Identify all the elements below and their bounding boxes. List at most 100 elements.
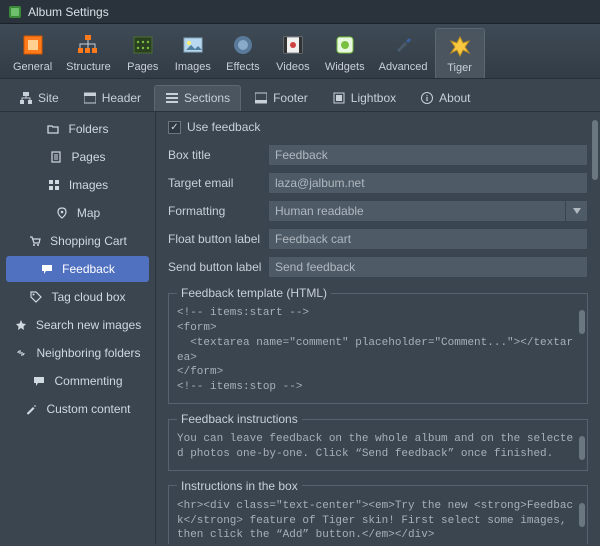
toolbar-advanced-button[interactable]: Advanced bbox=[372, 28, 435, 78]
toolbar-structure-button[interactable]: Structure bbox=[59, 28, 118, 78]
svg-text:i: i bbox=[426, 94, 429, 103]
tab-about[interactable]: iAbout bbox=[409, 85, 481, 111]
feedback-panel: ✓ Use feedback Box title Target email Fo… bbox=[156, 112, 600, 544]
advanced-icon bbox=[392, 33, 414, 57]
link-icon bbox=[14, 346, 28, 360]
sidebar-item-label: Feedback bbox=[62, 262, 115, 276]
tab-label: Site bbox=[38, 91, 59, 105]
toolbar-images-button[interactable]: Images bbox=[168, 28, 218, 78]
folder-icon bbox=[46, 122, 60, 136]
send-button-label: Send button label bbox=[168, 260, 268, 274]
comment-icon bbox=[32, 374, 46, 388]
sidebar-item-label: Pages bbox=[71, 150, 105, 164]
float-button-label: Float button label bbox=[168, 232, 268, 246]
sidebar-item-custom-content[interactable]: Custom content bbox=[6, 396, 149, 422]
sidebar-item-pages[interactable]: Pages bbox=[6, 144, 149, 170]
tab-footer[interactable]: Footer bbox=[243, 85, 319, 111]
toolbar-tiger-button[interactable]: Tiger bbox=[435, 28, 485, 78]
sections-icon bbox=[165, 91, 179, 105]
sidebar-item-label: Commenting bbox=[54, 374, 122, 388]
float-button-input[interactable] bbox=[268, 228, 588, 250]
sidebar-item-folders[interactable]: Folders bbox=[6, 116, 149, 142]
toolbar-general-button[interactable]: General bbox=[6, 28, 59, 78]
toolbar-effects-button[interactable]: Effects bbox=[218, 28, 268, 78]
page-icon bbox=[49, 150, 63, 164]
sidebar-item-images[interactable]: Images bbox=[6, 172, 149, 198]
toolbar-widgets-button[interactable]: Widgets bbox=[318, 28, 372, 78]
sidebar-item-search-new-images[interactable]: Search new images bbox=[6, 312, 149, 338]
feedback-template-fieldset: Feedback template (HTML) <!-- items:star… bbox=[168, 286, 588, 404]
tab-label: Footer bbox=[273, 91, 308, 105]
tab-lightbox[interactable]: Lightbox bbox=[321, 85, 407, 111]
box-instructions-legend: Instructions in the box bbox=[177, 479, 302, 493]
lightbox-icon bbox=[332, 91, 346, 105]
target-email-input[interactable] bbox=[268, 172, 588, 194]
tab-header[interactable]: Header bbox=[72, 85, 152, 111]
sidebar-item-feedback[interactable]: Feedback bbox=[6, 256, 149, 282]
toolbar-label: Structure bbox=[66, 61, 111, 73]
formatting-label: Formatting bbox=[168, 204, 268, 218]
sidebar-item-label: Map bbox=[77, 206, 100, 220]
toolbar-label: Images bbox=[175, 61, 211, 73]
sidebar-item-label: Search new images bbox=[36, 318, 141, 332]
tab-site[interactable]: Site bbox=[8, 85, 70, 111]
sidebar-item-label: Folders bbox=[68, 122, 108, 136]
feedback-instructions-fieldset: Feedback instructions You can leave feed… bbox=[168, 412, 588, 471]
sidebar-item-label: Custom content bbox=[46, 402, 130, 416]
box-instructions-scrollbar-thumb[interactable] bbox=[579, 503, 585, 527]
tab-sections[interactable]: Sections bbox=[154, 85, 241, 111]
sidebar-item-tag-cloud-box[interactable]: Tag cloud box bbox=[6, 284, 149, 310]
tab-label: Lightbox bbox=[351, 91, 396, 105]
tab-label: Sections bbox=[184, 91, 230, 105]
feedback-template-legend: Feedback template (HTML) bbox=[177, 286, 331, 300]
box-instructions-fieldset: Instructions in the box <hr><div class="… bbox=[168, 479, 588, 544]
box-title-input[interactable] bbox=[268, 144, 588, 166]
send-button-input[interactable] bbox=[268, 256, 588, 278]
box-instructions-textarea[interactable]: <hr><div class="text-center"><em>Try the… bbox=[177, 499, 579, 544]
feedback-instructions-legend: Feedback instructions bbox=[177, 412, 302, 426]
sidebar-item-label: Neighboring folders bbox=[36, 346, 140, 360]
toolbar-label: Pages bbox=[127, 61, 158, 73]
cart-icon bbox=[28, 234, 42, 248]
toolbar-label: General bbox=[13, 61, 52, 73]
sub-tab-bar: Site Header Sections Footer Lightbox iAbout bbox=[0, 79, 600, 112]
toolbar-label: Advanced bbox=[379, 61, 428, 73]
sidebar-item-label: Tag cloud box bbox=[51, 290, 125, 304]
footer-icon bbox=[254, 91, 268, 105]
sidebar-item-commenting[interactable]: Commenting bbox=[6, 368, 149, 394]
formatting-select[interactable]: Human readable bbox=[268, 200, 566, 222]
tiger-icon bbox=[449, 34, 471, 58]
videos-icon bbox=[282, 33, 304, 57]
effects-icon bbox=[232, 33, 254, 57]
target-email-label: Target email bbox=[168, 176, 268, 190]
title-bar: Album Settings bbox=[0, 0, 600, 24]
formatting-dropdown-button[interactable] bbox=[566, 200, 588, 222]
header-icon bbox=[83, 91, 97, 105]
structure-icon bbox=[77, 33, 99, 57]
use-feedback-label: Use feedback bbox=[187, 120, 260, 134]
box-title-label: Box title bbox=[168, 148, 268, 162]
scrollbar-thumb[interactable] bbox=[592, 120, 598, 180]
site-icon bbox=[19, 91, 33, 105]
tab-label: Header bbox=[102, 91, 141, 105]
sidebar-item-shopping-cart[interactable]: Shopping Cart bbox=[6, 228, 149, 254]
toolbar-label: Videos bbox=[276, 61, 309, 73]
feedback-instructions-textarea[interactable]: You can leave feedback on the whole albu… bbox=[177, 432, 579, 462]
sidebar-item-label: Images bbox=[69, 178, 108, 192]
pages-icon bbox=[132, 33, 154, 57]
sidebar-item-map[interactable]: Map bbox=[6, 200, 149, 226]
use-feedback-checkbox[interactable]: ✓ bbox=[168, 121, 181, 134]
sidebar-item-label: Shopping Cart bbox=[50, 234, 127, 248]
template-scrollbar-thumb[interactable] bbox=[579, 310, 585, 334]
widgets-icon bbox=[334, 33, 356, 57]
instructions-scrollbar-thumb[interactable] bbox=[579, 436, 585, 460]
toolbar-label: Effects bbox=[226, 61, 259, 73]
pin-icon bbox=[55, 206, 69, 220]
sidebar-item-neighboring-folders[interactable]: Neighboring folders bbox=[6, 340, 149, 366]
toolbar-videos-button[interactable]: Videos bbox=[268, 28, 318, 78]
toolbar-pages-button[interactable]: Pages bbox=[118, 28, 168, 78]
window-title: Album Settings bbox=[28, 5, 109, 19]
feedback-template-textarea[interactable]: <!-- items:start --> <form> <textarea na… bbox=[177, 306, 579, 395]
toolbar-label: Widgets bbox=[325, 61, 365, 73]
images-icon bbox=[182, 33, 204, 57]
